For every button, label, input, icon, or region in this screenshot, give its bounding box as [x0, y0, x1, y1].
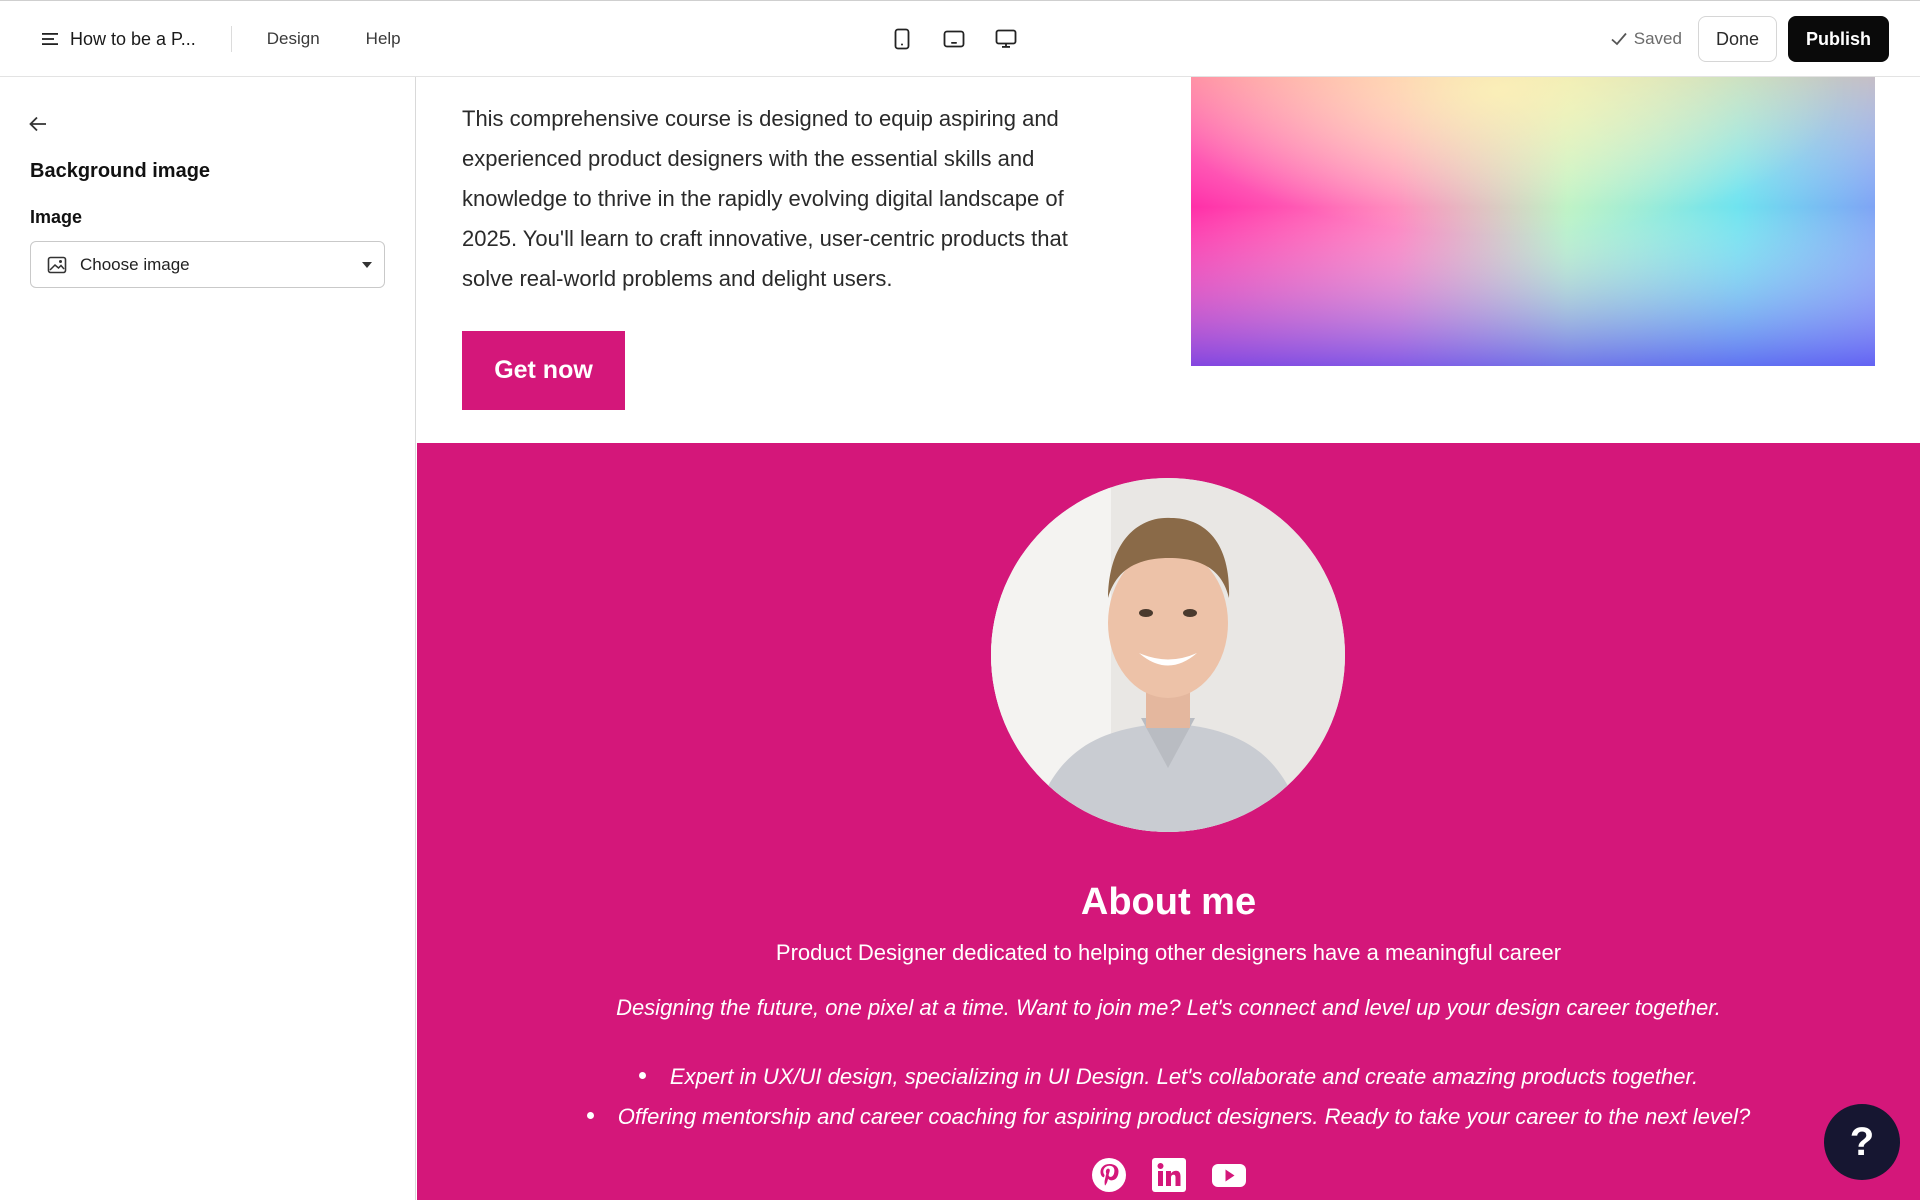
youtube-icon[interactable] — [1211, 1157, 1247, 1193]
about-section: About me Product Designer dedicated to h… — [417, 443, 1920, 1200]
settings-sidebar: Background image Image Choose image — [0, 77, 416, 1200]
list-item: Expert in UX/UI design, specializing in … — [417, 1057, 1920, 1097]
top-toolbar: How to be a P... Design Help Saved Done … — [0, 0, 1920, 77]
checkmark-icon — [1611, 32, 1627, 46]
choose-image-select[interactable]: Choose image — [30, 241, 385, 288]
site-menu-button[interactable]: How to be a P... — [40, 29, 196, 50]
about-title: About me — [1080, 881, 1257, 923]
mobile-device-icon[interactable] — [890, 25, 914, 53]
publish-button[interactable]: Publish — [1787, 16, 1889, 62]
about-subtitle: Product Designer dedicated to helping ot… — [775, 940, 1562, 965]
back-arrow-icon[interactable] — [27, 113, 49, 135]
nav-help[interactable]: Help — [366, 29, 401, 49]
chevron-down-icon — [362, 262, 372, 268]
toolbar-right: Saved Done Publish — [1610, 16, 1889, 62]
site-title: How to be a P... — [70, 28, 196, 49]
image-field-label: Image — [30, 207, 83, 227]
desktop-device-icon[interactable] — [994, 25, 1018, 53]
course-description: This comprehensive course is designed to… — [462, 106, 1068, 291]
done-button[interactable]: Done — [1697, 16, 1777, 62]
toolbar-left: How to be a P... Design Help — [40, 1, 447, 77]
bullet-dot — [638, 1071, 646, 1079]
bullet-dot — [586, 1111, 594, 1119]
about-quote: Designing the future, one pixel at a tim… — [616, 995, 1721, 1020]
page-canvas: This comprehensive course is designed to… — [417, 77, 1920, 1200]
image-icon — [47, 256, 67, 273]
pinterest-icon[interactable] — [1091, 1157, 1127, 1193]
tablet-device-icon[interactable] — [942, 25, 966, 53]
hero-gradient-image — [1191, 77, 1875, 366]
bullet-text: Offering mentorship and career coaching … — [617, 1104, 1751, 1129]
toolbar-divider — [230, 26, 232, 52]
social-links — [417, 1157, 1920, 1193]
nav-design[interactable]: Design — [267, 29, 320, 49]
linkedin-icon[interactable] — [1151, 1157, 1187, 1193]
panel-title: Background image — [30, 160, 211, 182]
bullet-text: Expert in UX/UI design, specializing in … — [669, 1064, 1699, 1089]
list-item: Offering mentorship and career coaching … — [417, 1097, 1920, 1137]
hamburger-menu-icon — [42, 33, 58, 45]
device-preview-switcher — [890, 25, 1018, 53]
choose-image-value: Choose image — [80, 254, 190, 274]
about-bullet-list: Expert in UX/UI design, specializing in … — [417, 1057, 1920, 1137]
get-now-button[interactable]: Get now — [462, 331, 625, 410]
profile-photo — [991, 478, 1345, 832]
help-button[interactable]: ? — [1824, 1104, 1900, 1180]
save-status: Saved — [1610, 29, 1682, 49]
saved-label: Saved — [1633, 29, 1682, 48]
